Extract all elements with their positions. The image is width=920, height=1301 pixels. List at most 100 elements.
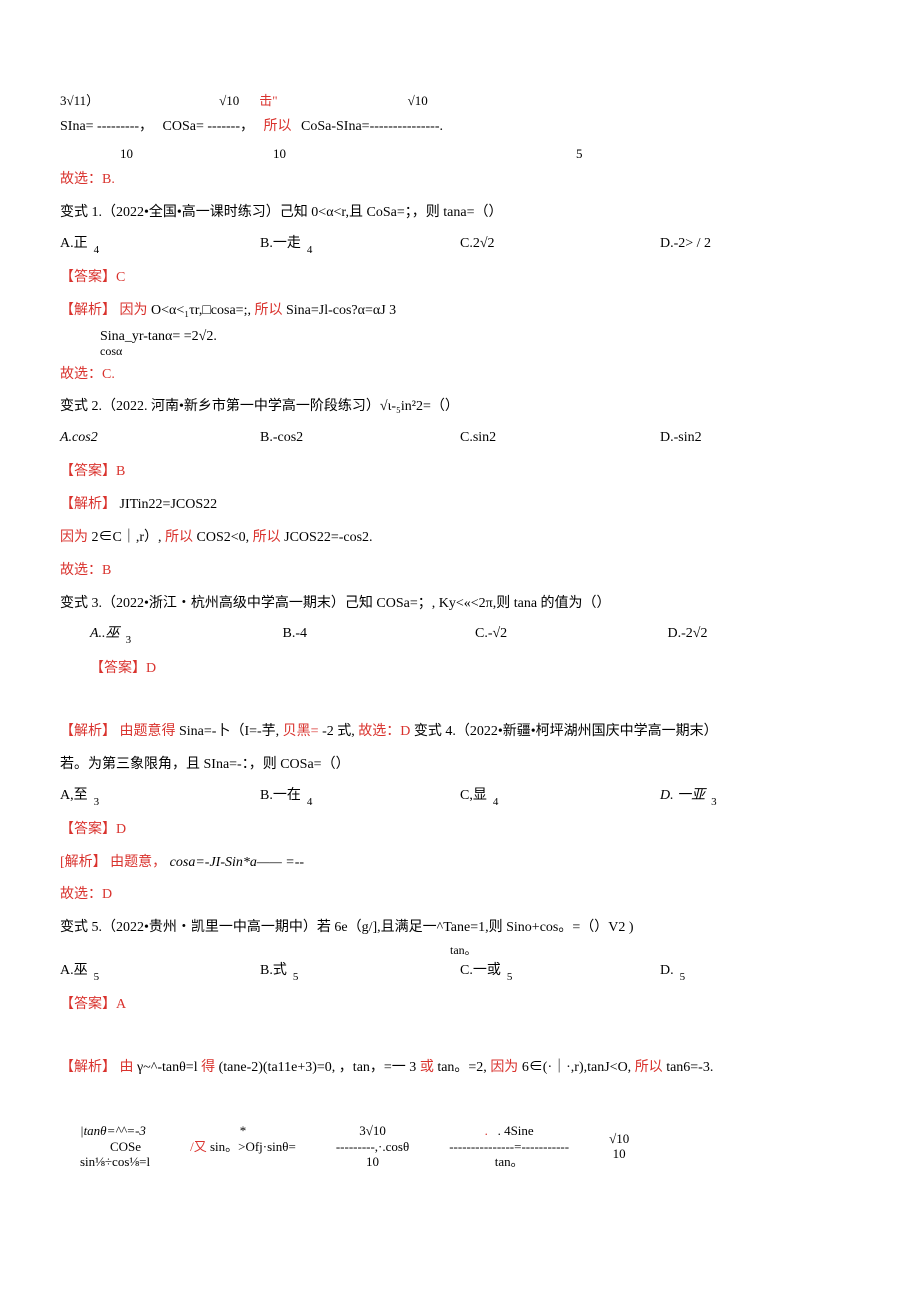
indent-1-b: cosα xyxy=(100,344,122,358)
opt-4c-sub: 4 xyxy=(493,795,499,809)
top-fraction-denom: 10 10 5 xyxy=(60,147,860,161)
opt-1b: B.一走 xyxy=(260,235,301,253)
opt-1a-sub: 4 xyxy=(94,243,100,257)
answer-4: 【答案】D xyxy=(60,815,860,846)
eq-3-red: 所以 xyxy=(264,119,292,134)
answer-5: 【答案】A xyxy=(60,990,860,1021)
an1-r2: 所以 xyxy=(254,303,282,318)
v5-sub: tan。 xyxy=(450,946,860,956)
frac-4-top: √10 xyxy=(408,94,428,108)
variant-5: 变式 5.（2022•贵州・凯里一中高一期中）若 6e（g/],且满足一^Tan… xyxy=(60,913,860,944)
eq-4: CoSa-SIna=---------------. xyxy=(301,119,443,134)
an4-r: 由题意， xyxy=(110,855,166,870)
opt-5a-sub: 5 xyxy=(94,970,100,984)
bc1b: COSe xyxy=(110,1139,141,1155)
an5-r5: 所以 xyxy=(635,1060,663,1075)
options-1: A.正4 B.一走4 C.2√2 D.-2> / 2 xyxy=(60,235,860,253)
opt-5d: D. xyxy=(660,962,674,980)
opt-1d: D.-2> / 2 xyxy=(660,235,711,253)
options-3: A..巫3 B.-4 C.-√2 D.-2√2 xyxy=(90,625,860,643)
analysis-5: 【解析】 由 γ~^-tanθ=l 得 (tane-2)(ta11e+3)=0,… xyxy=(60,1053,860,1084)
opt-5a: A.巫 xyxy=(60,962,88,980)
frac-1-num: 3√11） xyxy=(60,94,99,108)
opt-5b: B.式 xyxy=(260,962,287,980)
variant-1: 变式 1.（2022•全国•高一课时练习）己知 0<α<r,且 CoSa=；，则… xyxy=(60,198,860,229)
an2-b: JITin22=JCOS22 xyxy=(120,497,218,512)
opt-5d-sub: 5 xyxy=(680,970,686,984)
an1-b1: O<α<₁τr,□cosa=;, xyxy=(151,303,251,318)
bc2c xyxy=(241,1154,244,1170)
bc2a: * xyxy=(240,1123,247,1139)
v5-pre: 变式 5.（2022•贵州・凯里一中高一期中）若 6e（g/],且满足一^Tan… xyxy=(60,920,634,935)
an4-label: [解析】 xyxy=(60,855,107,870)
bc4a-dot: . xyxy=(485,1123,488,1138)
an1-r1: 因为 xyxy=(120,303,148,318)
choose-b1: 故选：B xyxy=(60,556,860,587)
l2-r1: 因为 xyxy=(60,530,88,545)
an2-label: 【解析】 xyxy=(60,497,116,512)
line-2: 因为 2∈C｜,r）, 所以 COS2<0, 所以 JCOS22=-cos2. xyxy=(60,523,860,554)
bc5c: 10 xyxy=(613,1146,626,1162)
bottom-grid: |tanθ=^^=-3 COSe sin⅛÷cos⅛=l * /又 sin。>O… xyxy=(60,1123,860,1170)
an5-b2: (tane-2)(ta11e+3)=0, ，tan，=一 3 xyxy=(219,1060,417,1075)
l2-r2: 所以 xyxy=(165,530,193,545)
frac-2-num: √10 xyxy=(219,94,239,108)
options-5: A.巫5 B.式5 C.一或5 D.5 xyxy=(60,962,860,980)
bc2b2: sin。>Ofj·sinθ= xyxy=(210,1139,296,1154)
opt-4b: B.一在 xyxy=(260,787,301,805)
opt-4d-sub: 3 xyxy=(711,795,717,809)
bc2b-wrap: /又 sin。>Ofj·sinθ= xyxy=(190,1139,296,1155)
an3-b3: 变式 4.（2022•新疆•柯坪湖州国庆中学高一期末） xyxy=(414,724,718,739)
frac-1-den: 10 xyxy=(120,147,133,161)
an5-r4: 因为 xyxy=(490,1060,518,1075)
frac-3-red: 击" xyxy=(259,94,277,108)
frac-3-text: 击" xyxy=(259,94,277,108)
l2-b1: 2∈C｜,r）, xyxy=(92,530,162,545)
answer-2: 【答案】B xyxy=(60,457,860,488)
top-fraction-row: 3√11） √10 击" √10 xyxy=(60,94,860,108)
opt-1a: A.正 xyxy=(60,235,88,253)
answer-1: 【答案】C xyxy=(60,263,860,294)
opt-4a: A,至 xyxy=(60,787,88,805)
opt-4d: D. 一亚 xyxy=(660,787,705,805)
an3-b2: -2 式, xyxy=(322,724,355,739)
options-2: A.cos2 B.-cos2 C.sin2 D.-sin2 xyxy=(60,429,860,447)
bc5a: √10 xyxy=(609,1131,629,1147)
opt-1b-sub: 4 xyxy=(307,243,313,257)
opt-4c: C,显 xyxy=(460,787,487,805)
opt-2d: D.-sin2 xyxy=(660,429,702,447)
an5-label: 【解析】 xyxy=(60,1060,116,1075)
opt-1c: C.2√2 xyxy=(460,235,495,253)
l2-r3: 所以 xyxy=(253,530,281,545)
an3-r2: 由题意得 xyxy=(120,724,176,739)
opt-3d: D.-2√2 xyxy=(668,625,708,643)
choose-d: 故选：D xyxy=(60,880,860,911)
an5-r1: 由 xyxy=(120,1060,134,1075)
l2-b3: JCOS22=-cos2. xyxy=(284,530,372,545)
an5-r3: 或 xyxy=(420,1060,434,1075)
bc1c: sin⅛÷cos⅛=l xyxy=(80,1154,150,1170)
choose-b0: 故选：B. xyxy=(60,165,860,196)
eq-1: SIna= ---------， xyxy=(60,119,153,134)
frac-1-top: 3√11） xyxy=(60,94,99,108)
bc4a-wrap: . . 4Sine xyxy=(485,1123,534,1139)
top-line-middle: SIna= ---------， COSa= -------， 所以 CoSa-… xyxy=(60,112,860,143)
an5-b4: 6∈(·｜·,r),tanJ<O, xyxy=(522,1060,631,1075)
l2-b2: COS2<0, xyxy=(197,530,250,545)
frac-2-den: 10 xyxy=(273,147,286,161)
frac-4-num: √10 xyxy=(408,94,428,108)
an1-b2: Sina=Jl-cos?α=αJ 3 xyxy=(286,303,396,318)
bc4b: ---------------=----------- xyxy=(449,1139,569,1155)
opt-3b: B.-4 xyxy=(283,625,308,643)
variant-2: 变式 2.（2022. 河南•新乡市第一中学高一阶段练习）√ι-₅in²2=（） xyxy=(60,392,860,423)
analysis-3: 【解析】 由题意得 Sina=-卜（I=-芋, 贝黑= -2 式, 故选：D 变… xyxy=(60,717,860,748)
variant-3: 变式 3.（2022•浙江・杭州高级中学高一期末）己知 COSa=；, Ky<«… xyxy=(60,589,860,620)
opt-2c: C.sin2 xyxy=(460,429,496,447)
an3-r3: 贝黑= xyxy=(283,724,319,739)
an3-r4: 故选：D xyxy=(358,724,410,739)
an1-label: 【解析】 xyxy=(60,303,116,318)
opt-3a: A..巫 xyxy=(90,625,120,643)
bc4c: tan。 xyxy=(495,1154,524,1170)
analysis-4: [解析】 由题意， cosa=-JI-Sin*a—— =-- xyxy=(60,848,860,879)
analysis-1: 【解析】 因为 O<α<₁τr,□cosa=;, 所以 Sina=Jl-cos?… xyxy=(60,296,860,327)
